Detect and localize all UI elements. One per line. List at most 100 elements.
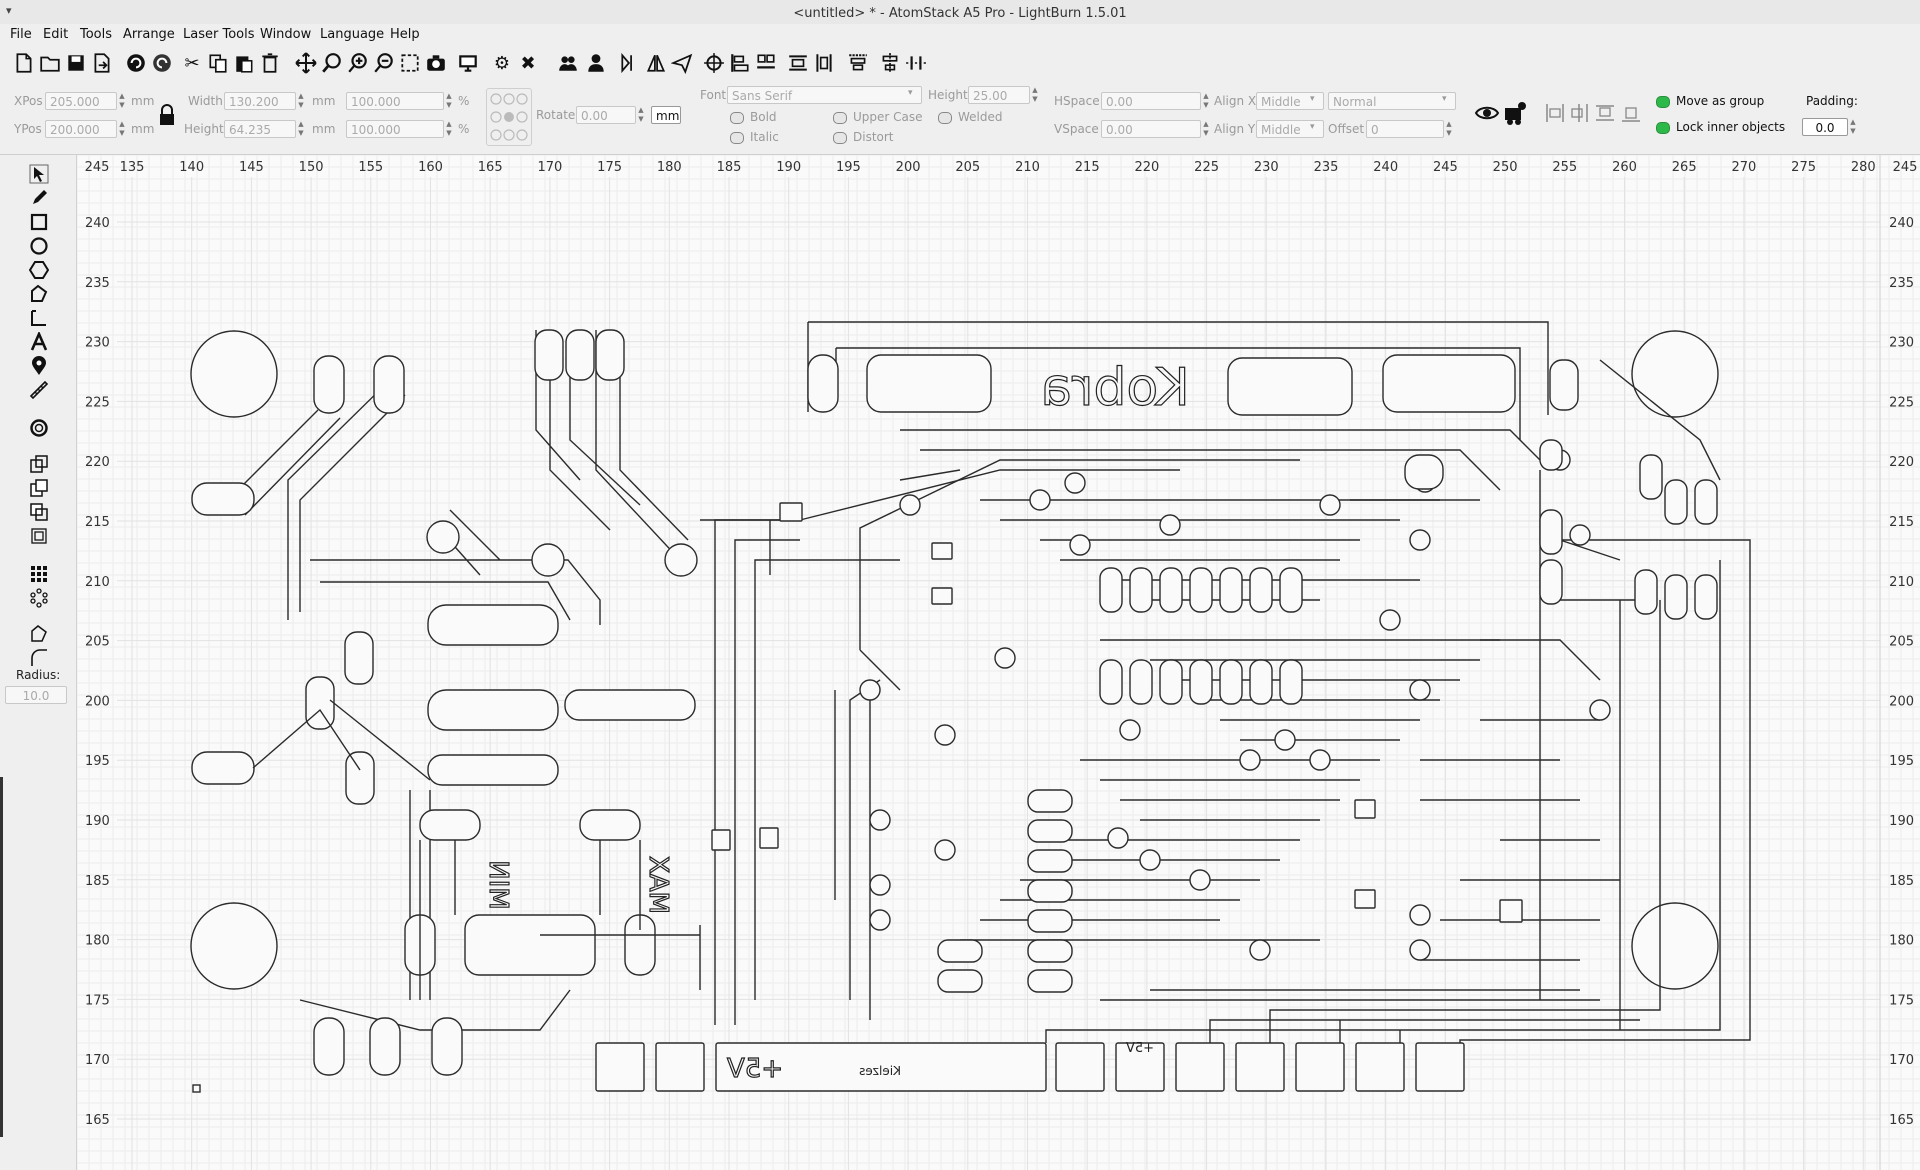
fillet-tool-icon[interactable] xyxy=(26,647,52,669)
font-dropdown-icon[interactable]: ▾ xyxy=(908,88,913,98)
corner-tool-icon[interactable] xyxy=(26,307,52,329)
menu-arrange[interactable]: Arrange xyxy=(123,27,175,42)
zoom-out-icon[interactable] xyxy=(372,50,396,76)
mirror-v-icon[interactable] xyxy=(644,50,668,76)
menu-window[interactable]: Window xyxy=(260,27,311,42)
align-bottoms-icon[interactable] xyxy=(1620,102,1642,124)
font-select[interactable]: Sans Serif xyxy=(727,86,922,104)
cut-icon[interactable]: ✂ xyxy=(180,50,204,76)
rotate-input[interactable]: 0.00 xyxy=(576,106,636,124)
weld-tool-icon[interactable] xyxy=(26,453,52,475)
monitor-icon[interactable] xyxy=(456,50,480,76)
target-icon[interactable] xyxy=(702,50,726,76)
mounting-hole[interactable] xyxy=(190,902,278,990)
distribute-v-icon[interactable] xyxy=(812,50,836,76)
align-center-icon[interactable] xyxy=(754,50,778,76)
boolean-intersect-icon[interactable] xyxy=(26,525,52,547)
select-tool-icon[interactable] xyxy=(26,163,52,185)
align-top-icon[interactable] xyxy=(846,50,870,76)
menu-help[interactable]: Help xyxy=(390,27,420,42)
distort-toggle[interactable] xyxy=(833,132,847,144)
rectangle-tool-icon[interactable] xyxy=(26,211,52,233)
mirror-h-icon[interactable] xyxy=(618,50,642,76)
undo-icon[interactable] xyxy=(124,50,148,76)
menu-edit[interactable]: Edit xyxy=(43,27,68,42)
menu-file[interactable]: File xyxy=(10,27,32,42)
align-left-edges-icon[interactable] xyxy=(1544,102,1566,124)
grid-array-icon[interactable] xyxy=(26,563,52,585)
height-input[interactable]: 64.235 xyxy=(224,120,296,138)
welded-toggle[interactable] xyxy=(938,112,952,124)
measure-tool-icon[interactable] xyxy=(26,379,52,401)
text-style-dropdown-icon[interactable]: ▾ xyxy=(1442,94,1447,104)
hspace-spinner[interactable]: ▲ ▼ xyxy=(1201,92,1211,110)
move-as-group-toggle[interactable] xyxy=(1656,96,1670,108)
align-tops-icon[interactable] xyxy=(1594,102,1616,124)
scale-height-input[interactable]: 100.000 xyxy=(346,120,444,138)
anchor-point-selector[interactable] xyxy=(486,88,532,146)
menu-tools[interactable]: Tools xyxy=(80,27,112,42)
pen-tool-icon[interactable] xyxy=(26,187,52,209)
rotate-spinner[interactable]: ▲ ▼ xyxy=(636,106,646,124)
mounting-hole[interactable] xyxy=(1631,902,1719,990)
machine-icon[interactable] xyxy=(1502,100,1528,126)
circular-array-icon[interactable] xyxy=(26,587,52,609)
hspace-input[interactable]: 0.00 xyxy=(1101,92,1201,110)
padding-input[interactable]: 0.0 xyxy=(1802,118,1848,136)
redo-icon[interactable] xyxy=(150,50,174,76)
delete-icon[interactable] xyxy=(258,50,282,76)
boolean-union-icon[interactable] xyxy=(26,477,52,499)
ypos-spinner[interactable]: ▲ ▼ xyxy=(117,120,127,138)
menu-laser-tools[interactable]: Laser Tools xyxy=(183,27,254,42)
save-icon[interactable] xyxy=(64,50,88,76)
offset-input[interactable]: 0 xyxy=(1366,120,1444,138)
scale-width-input[interactable]: 100.000 xyxy=(346,92,444,110)
polygon-tool-icon[interactable] xyxy=(26,259,52,281)
text-height-input[interactable]: 25.00 xyxy=(968,86,1030,104)
xpos-input[interactable]: 205.000 xyxy=(45,92,117,110)
offset-tool-icon[interactable] xyxy=(26,417,52,439)
italic-toggle[interactable] xyxy=(730,132,744,144)
zoom-in-icon[interactable] xyxy=(320,50,344,76)
ypos-input[interactable]: 200.000 xyxy=(45,120,117,138)
scale-width-spinner[interactable]: ▲ ▼ xyxy=(444,92,454,110)
text-style-select[interactable]: Normal xyxy=(1328,92,1456,110)
new-file-icon[interactable] xyxy=(12,50,36,76)
zoom-fit-icon[interactable] xyxy=(346,50,370,76)
vspace-spinner[interactable]: ▲ ▼ xyxy=(1201,120,1211,138)
camera-icon[interactable] xyxy=(424,50,448,76)
lock-ratio-icon[interactable] xyxy=(158,104,176,126)
open-file-icon[interactable] xyxy=(38,50,62,76)
mounting-hole[interactable] xyxy=(1631,330,1719,418)
align-centers-icon[interactable] xyxy=(1568,102,1590,124)
width-input[interactable]: 130.200 xyxy=(224,92,296,110)
convert-to-path-icon[interactable] xyxy=(26,623,52,645)
width-spinner[interactable]: ▲ ▼ xyxy=(296,92,306,110)
ellipse-tool-icon[interactable] xyxy=(26,235,52,257)
paste-icon[interactable] xyxy=(232,50,256,76)
copy-icon[interactable] xyxy=(206,50,230,76)
boolean-subtract-icon[interactable] xyxy=(26,501,52,523)
position-marker-icon[interactable] xyxy=(26,355,52,377)
align-y-dropdown-icon[interactable]: ▾ xyxy=(1310,122,1315,132)
group-icon[interactable] xyxy=(556,50,580,76)
vspace-input[interactable]: 0.00 xyxy=(1101,120,1201,138)
scale-height-spinner[interactable]: ▲ ▼ xyxy=(444,120,454,138)
distribute-h-icon[interactable] xyxy=(904,50,928,76)
frame-icon[interactable] xyxy=(398,50,422,76)
move-icon[interactable] xyxy=(294,50,318,76)
unit-toggle-button[interactable]: mm xyxy=(651,106,681,124)
design-canvas[interactable]: 245 135 140 145 150 155 160 165 170 175 180 185 190 1… xyxy=(77,155,1920,1170)
lock-inner-objects-toggle[interactable] xyxy=(1656,122,1670,134)
send-icon[interactable] xyxy=(670,50,694,76)
save-as-icon[interactable] xyxy=(90,50,114,76)
text-tool-icon[interactable] xyxy=(26,331,52,353)
mounting-hole[interactable] xyxy=(190,330,278,418)
upper-case-toggle[interactable] xyxy=(833,112,847,124)
distribute-icon[interactable] xyxy=(786,50,810,76)
settings-icon[interactable]: ⚙ xyxy=(490,50,514,76)
align-left-icon[interactable] xyxy=(728,50,752,76)
padding-spinner[interactable]: ▲ ▼ xyxy=(1848,118,1858,136)
radius-input[interactable]: 10.0 xyxy=(5,686,67,704)
menu-language[interactable]: Language xyxy=(320,27,384,42)
